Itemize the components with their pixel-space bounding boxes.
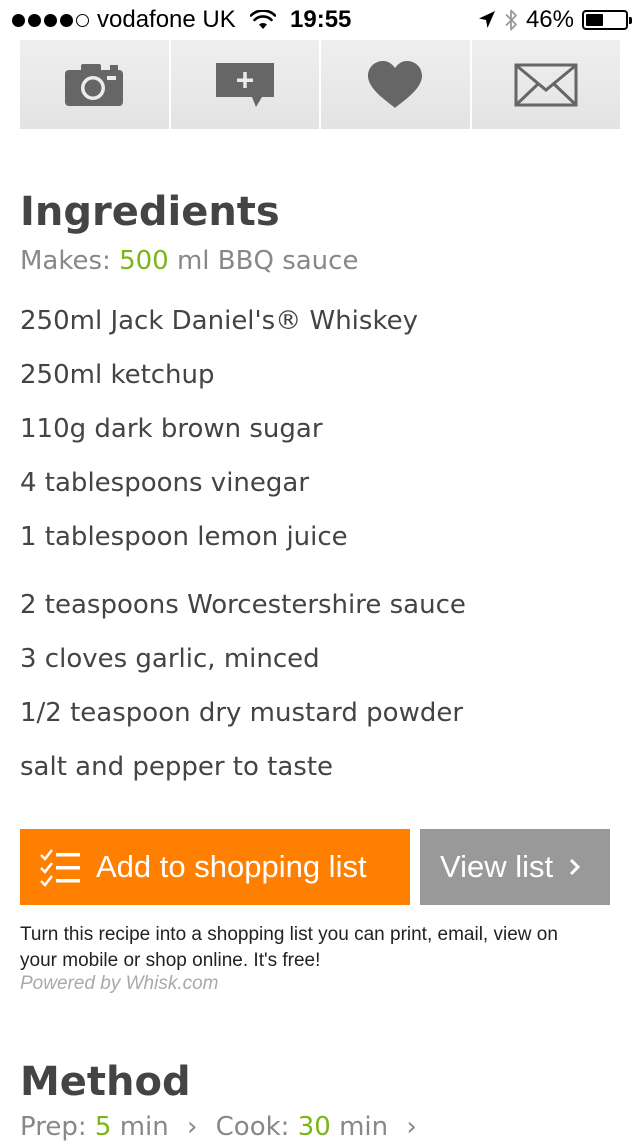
wifi-icon bbox=[249, 10, 276, 29]
ingredient-item: 2 teaspoons Worcestershire sauce bbox=[20, 590, 466, 620]
photo-button[interactable] bbox=[20, 40, 169, 129]
email-button[interactable] bbox=[471, 40, 620, 129]
signal-dot bbox=[12, 13, 25, 27]
shopping-list-description: Turn this recipe into a shopping list yo… bbox=[20, 924, 558, 971]
carrier-name: vodafone UK bbox=[97, 6, 236, 33]
signal-dot bbox=[44, 13, 57, 27]
view-list-label: View list bbox=[440, 849, 554, 884]
status-left: vodafone UK bbox=[12, 6, 276, 34]
ingredient-item: 3 cloves garlic, minced bbox=[20, 644, 320, 674]
battery-icon bbox=[582, 10, 632, 30]
makes-line: Makes: 500 ml BBQ sauce bbox=[20, 246, 358, 276]
signal-dot bbox=[28, 13, 41, 27]
heart-icon bbox=[368, 60, 423, 108]
time-info: Prep: 5 min › Cook: 30 min › bbox=[20, 1112, 427, 1142]
separator-chevron-icon: › bbox=[186, 1112, 198, 1142]
checklist-icon bbox=[40, 849, 80, 887]
battery-percent: 46% bbox=[525, 6, 574, 33]
makes-label: Makes: bbox=[20, 246, 111, 276]
prep-value: 5 bbox=[94, 1112, 112, 1142]
status-time: 19:55 bbox=[290, 6, 352, 33]
prep-unit: min bbox=[119, 1112, 169, 1142]
makes-unit: ml BBQ sauce bbox=[176, 246, 359, 276]
cook-value: 30 bbox=[297, 1112, 331, 1142]
separator-chevron-icon: › bbox=[406, 1112, 417, 1142]
status-right: 46% bbox=[478, 6, 632, 34]
action-toolbar bbox=[20, 40, 620, 129]
camera-icon bbox=[65, 63, 124, 106]
method-heading: Method bbox=[20, 1059, 191, 1105]
cook-unit: min bbox=[339, 1112, 389, 1142]
ingredient-item: 1 tablespoon lemon juice bbox=[20, 522, 348, 552]
add-to-shopping-list-label: Add to shopping list bbox=[96, 849, 367, 884]
add-comment-icon bbox=[215, 62, 274, 107]
add-to-shopping-list-button[interactable]: Add to shopping list bbox=[20, 829, 410, 905]
prep-label: Prep: bbox=[20, 1112, 87, 1142]
signal-dot bbox=[76, 13, 89, 27]
ingredient-item: 4 tablespoons vinegar bbox=[20, 468, 310, 498]
makes-quantity[interactable]: 500 bbox=[119, 246, 169, 276]
ingredient-item: 250ml ketchup bbox=[20, 360, 215, 390]
bluetooth-icon bbox=[505, 9, 517, 31]
chevron-right-icon bbox=[570, 858, 581, 876]
ingredients-heading: Ingredients bbox=[20, 189, 280, 235]
favourite-button[interactable] bbox=[321, 40, 470, 129]
ingredient-item: 1/2 teaspoon dry mustard powder bbox=[20, 698, 464, 728]
ingredient-item: 110g dark brown sugar bbox=[20, 414, 323, 444]
signal-dot bbox=[60, 13, 73, 27]
signal-strength-icon bbox=[12, 13, 89, 27]
ingredient-item: salt and pepper to taste bbox=[20, 752, 334, 782]
ingredient-item: 250ml Jack Daniel's® Whiskey bbox=[20, 306, 418, 336]
status-bar: vodafone UK 19:55 46% bbox=[0, 0, 640, 40]
view-list-button[interactable]: View list bbox=[420, 829, 610, 905]
mail-icon bbox=[514, 63, 578, 106]
powered-by-link[interactable]: Powered by Whisk.com bbox=[20, 973, 219, 995]
add-comment-button[interactable] bbox=[170, 40, 319, 129]
location-arrow-icon bbox=[478, 11, 495, 28]
cook-label: Cook: bbox=[215, 1112, 290, 1142]
